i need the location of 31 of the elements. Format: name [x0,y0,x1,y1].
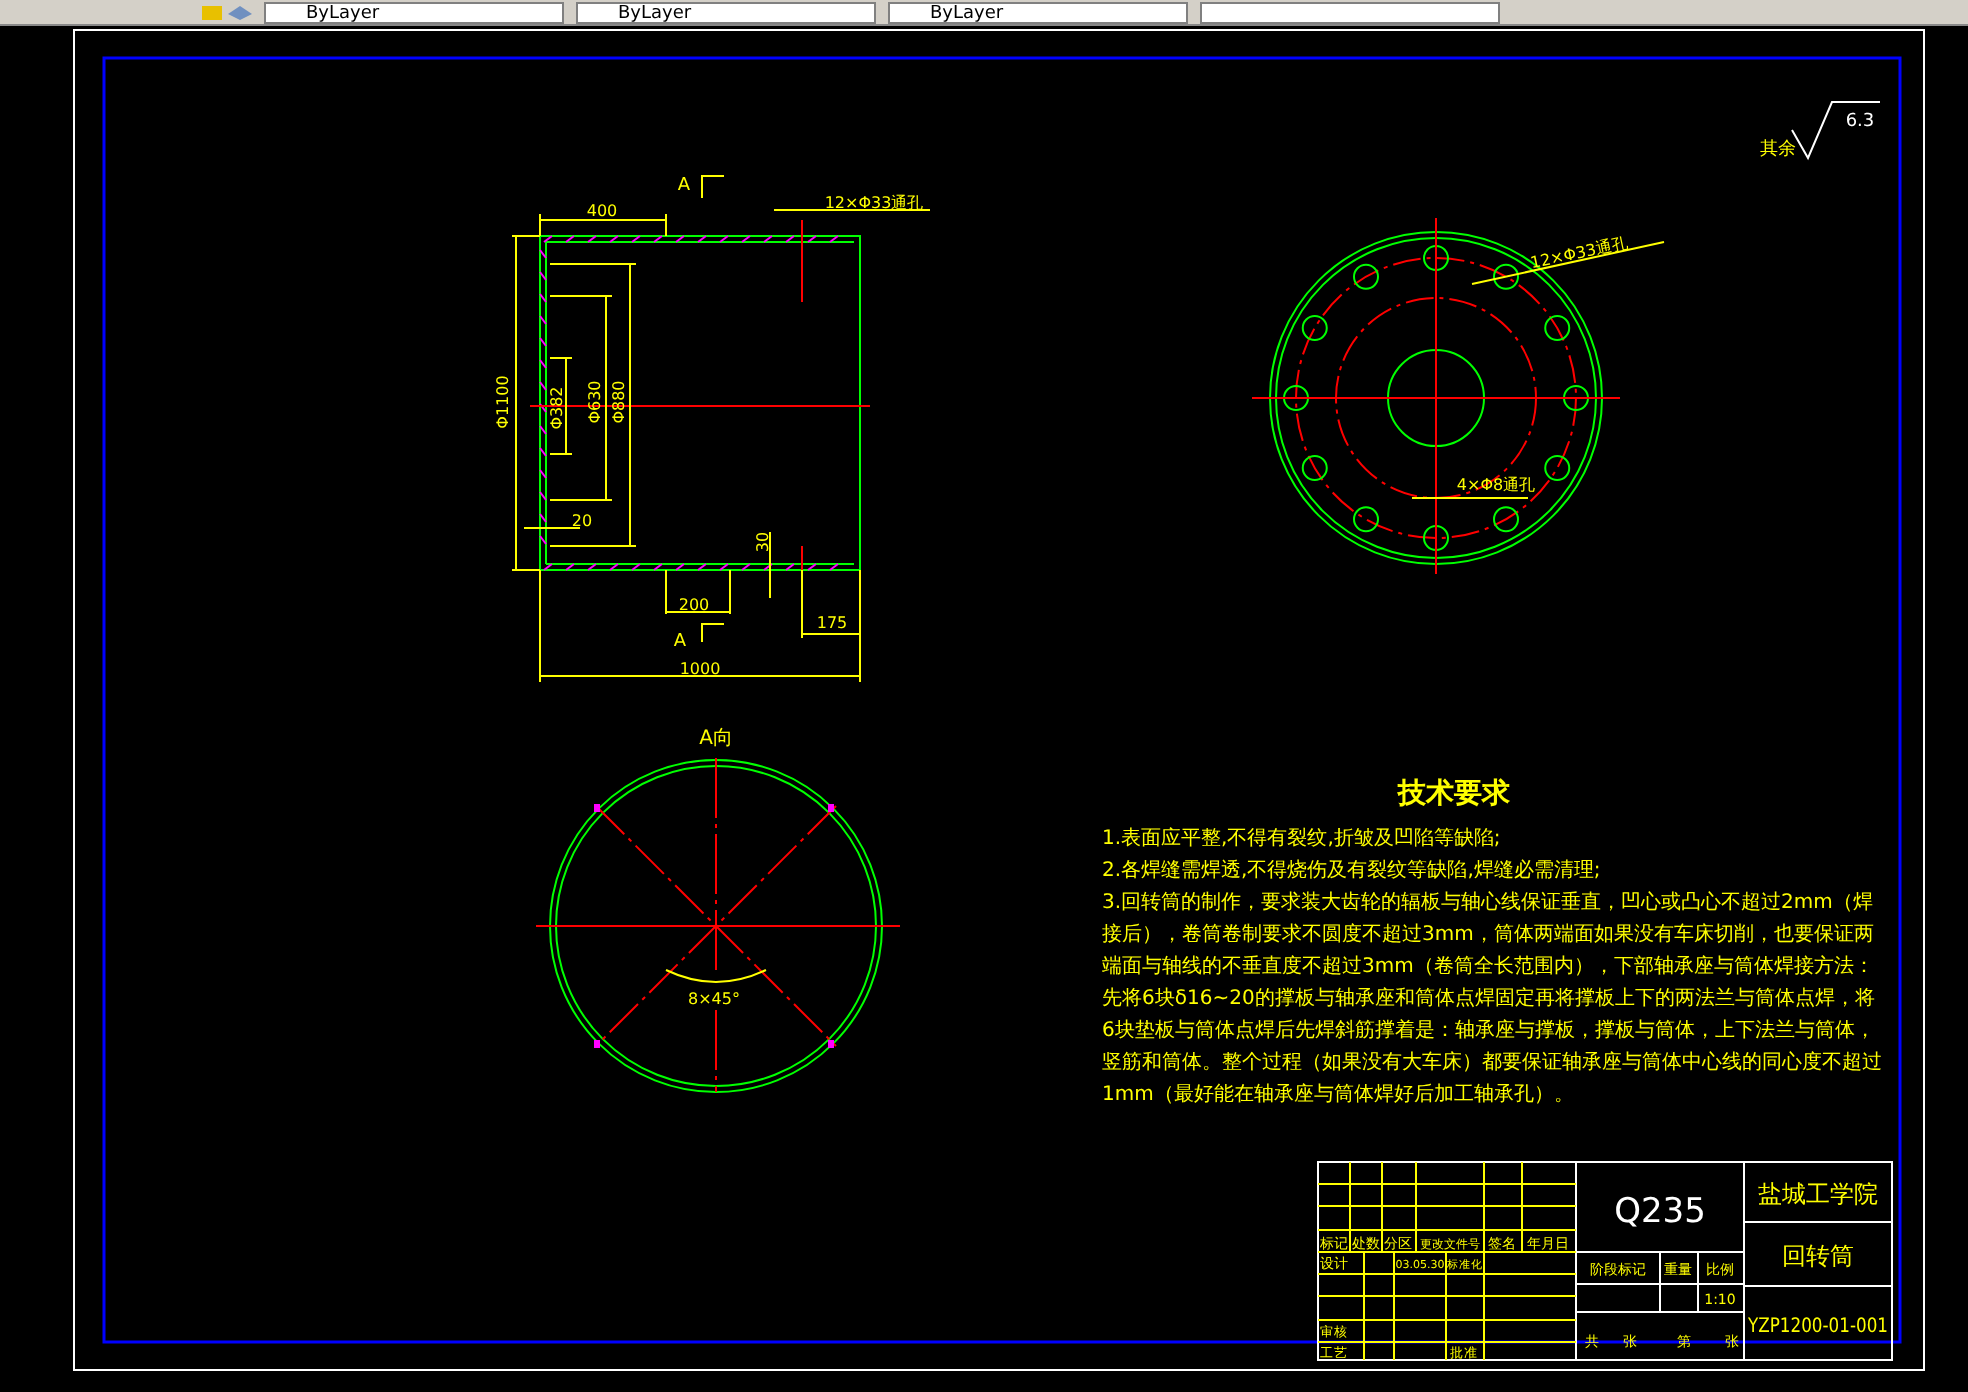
view-title: A向 [699,728,733,750]
section-mark: A [677,176,691,196]
drawing-number: YZP1200-01-001 [1748,1316,1915,1338]
property-dropdown[interactable] [1200,1,1500,23]
leader-note: 12×Φ33通孔 [1528,234,1630,273]
dimension-label: 30 [754,531,772,553]
property-dropdown[interactable]: ByLayer [264,1,564,23]
dimension-label: 20 [571,512,593,530]
dimension-label: Φ1100 [494,375,512,429]
dimension-label: Φ382 [548,386,566,430]
requirement-text: 1.表面应平整,不得有裂纹,折皱及凹陷等缺陷; [1102,825,1503,854]
dimension-label: 200 [678,596,710,614]
requirements-title: 技术要求 [1395,776,1512,812]
part-name: 回转筒 [1782,1242,1854,1270]
angle-label: 8×45° [688,990,740,1008]
property-dropdown[interactable]: ByLayer [576,1,876,23]
dimension-label: 175 [816,614,848,632]
material-label: Q235 [1614,1192,1706,1232]
roughness-note: 其余 [1760,140,1796,160]
dimension-label: 1000 [679,660,721,678]
school-name: 盐城工学院 [1758,1180,1878,1208]
roughness-symbol-icon [1791,101,1881,161]
section-mark: A [673,632,687,652]
dimension-label: 400 [586,202,618,220]
roughness-value: 6.3 [1845,112,1875,132]
property-dropdown[interactable]: ByLayer [888,1,1188,23]
requirement-text: 2.各焊缝需焊透,不得烧伤及有裂纹等缺陷,焊缝必需清理; [1102,857,1603,886]
dimension-label: Φ630 [586,380,604,424]
dimension-label: Φ880 [610,380,628,424]
layer-icon[interactable] [200,2,252,22]
requirement-text: 3.回转筒的制作，要求装大齿轮的辐板与轴心线保证垂直，凹心或凸心不超过2mm（焊接后），卷筒卷制要求不圆度不超过3mm，筒体两端面如果没有车床切削，也要保证两端面与轴线的不垂直度不超过3mm（卷筒全长范围内），下部轴承座与筒体焊接方法：先将6块δ16~20的撑板与轴承座和筒体点焊固定再将撑板上下的两法兰与筒体点焊，将6块垫板与筒体点焊后先焊斜筋撑着是：轴承座与撑板，撑板与筒体，上下法兰与筒体，竖筋和筒体。整个过程（如果没有大车床）都要保证轴承座与筒体中心线的同心度不超过1mm（最好能在轴承座与筒体焊好后加工轴承孔）。 [1102,889,1884,1110]
